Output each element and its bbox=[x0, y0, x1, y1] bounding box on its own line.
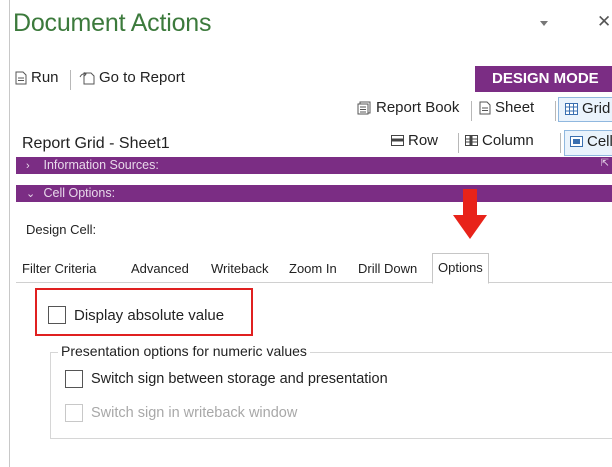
row-button[interactable]: Row bbox=[391, 132, 438, 149]
column-button[interactable]: Column bbox=[465, 132, 534, 149]
document-icon bbox=[15, 71, 27, 84]
switch-sign-writeback-checkbox[interactable] bbox=[65, 404, 83, 422]
tab-drill-down[interactable]: Drill Down bbox=[358, 259, 417, 281]
toolbar-separator bbox=[70, 70, 71, 90]
display-absolute-value-checkbox[interactable] bbox=[48, 306, 66, 324]
sheet-icon bbox=[479, 101, 491, 114]
display-absolute-value-option: Display absolute value bbox=[48, 306, 224, 324]
run-label: Run bbox=[31, 69, 59, 86]
sheet-button[interactable]: Sheet bbox=[479, 99, 534, 116]
toolbar-separator bbox=[458, 133, 459, 153]
switch-sign-writeback-label: Switch sign in writeback window bbox=[91, 405, 298, 421]
tab-advanced[interactable]: Advanced bbox=[131, 259, 189, 281]
go-to-report-icon bbox=[79, 71, 95, 84]
display-absolute-value-label: Display absolute value bbox=[74, 306, 225, 324]
grid-icon bbox=[565, 102, 578, 115]
column-icon bbox=[465, 135, 478, 146]
numeric-presentation-group bbox=[50, 352, 612, 439]
close-icon[interactable]: ✕ bbox=[597, 12, 611, 32]
arrow-down-icon bbox=[453, 189, 487, 239]
column-label: Column bbox=[482, 132, 534, 149]
sheet-label: Sheet bbox=[495, 99, 535, 116]
row-label: Row bbox=[408, 132, 439, 149]
go-to-report-label: Go to Report bbox=[99, 69, 185, 86]
chevron-right-icon: › bbox=[26, 160, 30, 172]
design-cell-label: Design Cell: bbox=[26, 222, 97, 237]
document-actions-pane: Document Actions ✕ Run Go to Report DESI… bbox=[9, 0, 612, 467]
switch-sign-storage-checkbox[interactable] bbox=[65, 370, 83, 388]
cell-icon bbox=[570, 136, 583, 147]
information-sources-section-header[interactable]: › Information Sources: ⇱ bbox=[16, 157, 612, 174]
report-book-label: Report Book bbox=[376, 99, 460, 116]
tab-writeback[interactable]: Writeback bbox=[211, 259, 269, 281]
design-mode-badge: DESIGN MODE bbox=[475, 66, 612, 92]
report-book-button[interactable]: Report Book bbox=[357, 99, 459, 116]
view-switch-bar: Report Book Sheet Grid bbox=[10, 95, 612, 124]
switch-sign-storage-option: Switch sign between storage and presenta… bbox=[65, 370, 388, 388]
cell-options-label: Cell Options: bbox=[43, 186, 116, 200]
cell-options-tabs: Filter Criteria Advanced Writeback Zoom … bbox=[16, 253, 612, 284]
cell-button[interactable]: Cell bbox=[564, 130, 612, 156]
main-toolbar: Run Go to Report DESIGN MODE bbox=[10, 66, 612, 92]
report-grid-bar: Report Grid - Sheet1 Row Column Cell bbox=[10, 130, 612, 156]
go-to-report-button[interactable]: Go to Report bbox=[79, 69, 185, 86]
report-grid-title: Report Grid - Sheet1 bbox=[22, 135, 170, 152]
caret-down-icon[interactable] bbox=[538, 17, 550, 29]
tab-zoom-in[interactable]: Zoom In bbox=[289, 259, 337, 281]
chevron-down-icon: ⌄ bbox=[26, 188, 36, 200]
row-icon bbox=[391, 135, 404, 146]
report-book-icon bbox=[357, 101, 371, 114]
toolbar-separator bbox=[555, 101, 556, 121]
expand-panel-icon[interactable]: ⇱ bbox=[601, 158, 609, 169]
information-sources-label: Information Sources: bbox=[43, 158, 159, 172]
toolbar-separator bbox=[471, 101, 472, 121]
tab-filter-criteria[interactable]: Filter Criteria bbox=[22, 259, 96, 281]
grid-label: Grid bbox=[582, 100, 611, 117]
run-button[interactable]: Run bbox=[15, 69, 59, 86]
group-legend: Presentation options for numeric values bbox=[58, 343, 310, 359]
switch-sign-writeback-option: Switch sign in writeback window bbox=[65, 404, 297, 422]
grid-button[interactable]: Grid bbox=[558, 97, 612, 122]
tab-options[interactable]: Options bbox=[432, 253, 489, 284]
switch-sign-storage-label: Switch sign between storage and presenta… bbox=[91, 371, 388, 387]
cell-label: Cell bbox=[587, 133, 612, 150]
toolbar-separator bbox=[560, 133, 561, 153]
cell-options-section-header[interactable]: ⌄ Cell Options: bbox=[16, 185, 612, 202]
pane-title: Document Actions bbox=[13, 9, 212, 37]
